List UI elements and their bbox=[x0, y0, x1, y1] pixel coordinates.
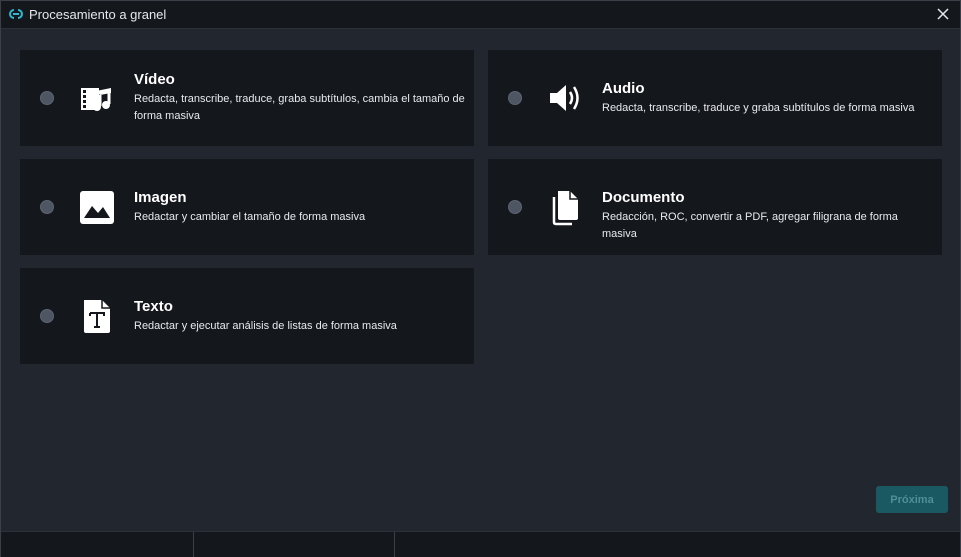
image-icon bbox=[80, 191, 114, 224]
status-divider bbox=[394, 532, 395, 557]
option-card-imagen[interactable]: Imagen Redactar y cambiar el tamaño de f… bbox=[20, 159, 474, 255]
close-icon[interactable] bbox=[934, 5, 952, 23]
option-title: Documento bbox=[602, 189, 685, 206]
document-icon bbox=[552, 191, 578, 226]
status-divider bbox=[193, 532, 194, 557]
text-file-icon bbox=[84, 300, 110, 333]
option-description: Redactar y ejecutar análisis de listas d… bbox=[134, 320, 397, 332]
next-button[interactable]: Próxima bbox=[876, 486, 948, 513]
radio-texto[interactable] bbox=[40, 309, 54, 323]
option-title: Texto bbox=[134, 298, 173, 315]
option-description: Redacta, transcribe, traduce y graba sub… bbox=[602, 102, 915, 114]
radio-video[interactable] bbox=[40, 91, 54, 105]
radio-imagen[interactable] bbox=[40, 200, 54, 214]
window-title: Procesamiento a granel bbox=[29, 7, 167, 22]
status-bar bbox=[1, 531, 960, 557]
option-description: Redacta, transcribe, traduce, graba subt… bbox=[134, 93, 465, 122]
title-bar: Procesamiento a granel bbox=[1, 1, 960, 29]
option-description: Redacción, ROC, convertir a PDF, agregar… bbox=[602, 211, 898, 240]
option-card-audio[interactable]: Audio Redacta, transcribe, traduce y gra… bbox=[488, 50, 942, 146]
video-icon bbox=[81, 88, 111, 111]
option-card-texto[interactable]: Texto Redactar y ejecutar análisis de li… bbox=[20, 268, 474, 364]
speaker-icon bbox=[550, 85, 579, 111]
option-title: Imagen bbox=[134, 189, 187, 206]
option-card-documento[interactable]: Documento Redacción, ROC, convertir a PD… bbox=[488, 159, 942, 255]
option-description: Redactar y cambiar el tamaño de forma ma… bbox=[134, 211, 366, 223]
radio-audio[interactable] bbox=[508, 91, 522, 105]
bulk-processing-window: Procesamiento a granel Vídeo Redacta, tr… bbox=[0, 0, 961, 557]
option-card-video[interactable]: Vídeo Redacta, transcribe, traduce, grab… bbox=[20, 50, 474, 146]
app-logo-icon bbox=[9, 9, 23, 19]
option-title: Audio bbox=[602, 80, 645, 97]
radio-documento[interactable] bbox=[508, 200, 522, 214]
option-title: Vídeo bbox=[134, 71, 175, 88]
